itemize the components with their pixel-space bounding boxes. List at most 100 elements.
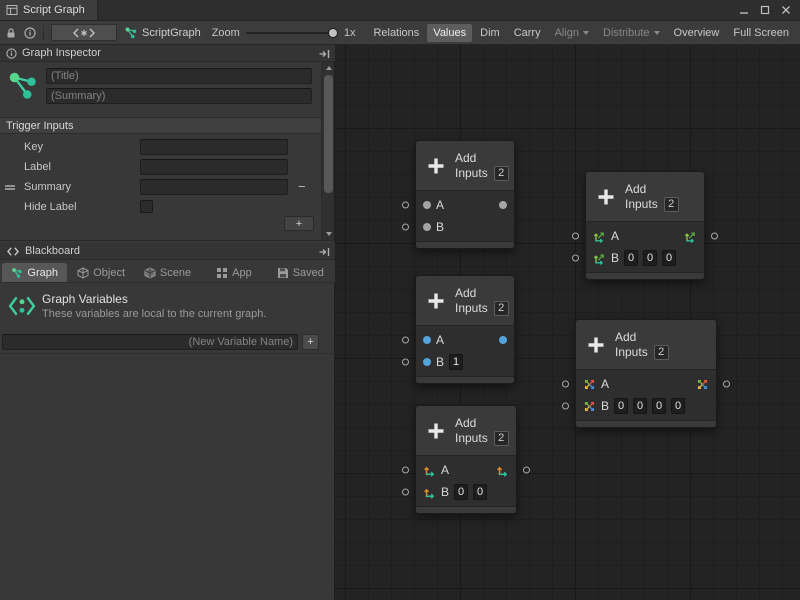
zoom-slider-handle[interactable]	[328, 28, 338, 38]
input-port-b[interactable]	[402, 489, 409, 496]
graph-breadcrumb[interactable]: ScriptGraph	[124, 26, 201, 40]
value-field-w[interactable]: 0	[671, 398, 685, 414]
blackboard-header[interactable]: Blackboard	[0, 243, 335, 260]
value-field-x[interactable]: 0	[454, 484, 468, 500]
add-item-button[interactable]: +	[284, 216, 314, 231]
tab-saved[interactable]: Saved	[268, 263, 333, 282]
chevron-down-icon	[654, 31, 660, 35]
input-count-badge[interactable]: 2	[494, 166, 509, 181]
zoom-slider[interactable]	[246, 27, 338, 39]
output-port[interactable]	[523, 467, 530, 474]
input-port-a[interactable]	[402, 337, 409, 344]
dim-button[interactable]: Dim	[474, 24, 506, 42]
node-header[interactable]: Add Inputs2	[416, 406, 516, 456]
node-add-inputs-vector2[interactable]: Add Inputs2 A	[415, 405, 517, 514]
value-field-y[interactable]: 0	[473, 484, 487, 500]
inspector-scrollbar[interactable]	[321, 62, 334, 240]
carry-button[interactable]: Carry	[508, 24, 547, 42]
scroll-down-arrow-icon[interactable]	[322, 228, 335, 240]
summary-input[interactable]	[140, 179, 288, 195]
node-header[interactable]: Add Inputs2	[416, 141, 514, 191]
tab-scene-label: Scene	[160, 267, 191, 279]
remove-item-button[interactable]: −	[298, 179, 306, 194]
dock-icon[interactable]	[318, 48, 330, 60]
tab-graph[interactable]: Graph	[2, 263, 67, 282]
input-port-a[interactable]	[572, 233, 579, 240]
output-port[interactable]	[723, 381, 730, 388]
value-field-y[interactable]: 0	[643, 250, 657, 266]
minimize-icon[interactable]	[739, 5, 749, 15]
input-count-badge[interactable]: 2	[494, 431, 509, 446]
label-input[interactable]	[140, 159, 288, 175]
graph-inspector-header[interactable]: Graph Inspector	[0, 45, 335, 62]
graph-tab-icon	[11, 267, 23, 279]
value-field-x[interactable]: 0	[624, 250, 638, 266]
hide-label-checkbox[interactable]	[140, 200, 153, 213]
tab-object[interactable]: Object	[68, 263, 133, 282]
output-port[interactable]	[711, 233, 718, 240]
align-label: Align	[555, 27, 579, 39]
tab-app[interactable]: App	[201, 263, 266, 282]
relations-label: Relations	[373, 27, 419, 39]
port-label: B	[436, 220, 444, 234]
lock-icon[interactable]	[5, 27, 17, 39]
graph-title-input[interactable]	[46, 68, 312, 84]
input-port-b[interactable]	[402, 359, 409, 366]
port-row-b: B 0 0 0 0	[576, 395, 716, 417]
key-label: Key	[24, 141, 43, 153]
value-field-z[interactable]: 0	[662, 250, 676, 266]
asset-selector-button[interactable]	[51, 24, 117, 41]
window-tab-script-graph[interactable]: Script Graph	[0, 0, 98, 20]
node-add-inputs-1[interactable]: Add Inputs2 A B	[415, 140, 515, 249]
vector3-type-icon	[593, 252, 606, 265]
new-variable-input[interactable]	[2, 334, 298, 350]
vector2-type-icon	[423, 486, 436, 499]
node-header[interactable]: Add Inputs2	[576, 320, 716, 370]
node-title-line1: Add	[455, 416, 509, 431]
input-port-b[interactable]	[402, 224, 409, 231]
add-variable-button[interactable]: +	[302, 334, 319, 350]
close-icon[interactable]	[781, 5, 791, 15]
value-field-x[interactable]: 0	[614, 398, 628, 414]
node-add-inputs-float[interactable]: Add Inputs2 A B 1	[415, 275, 515, 384]
dock-icon[interactable]	[318, 246, 330, 258]
tab-scene[interactable]: Scene	[135, 263, 200, 282]
input-port-b[interactable]	[572, 255, 579, 262]
script-graph-tab-icon	[6, 4, 18, 16]
full-screen-button[interactable]: Full Screen	[727, 24, 795, 42]
key-input[interactable]	[140, 139, 288, 155]
overview-button[interactable]: Overview	[668, 24, 726, 42]
node-add-inputs-vector4[interactable]: Add Inputs2 A	[575, 319, 717, 428]
input-port-a[interactable]	[562, 381, 569, 388]
input-port-a[interactable]	[402, 202, 409, 209]
node-header[interactable]: Add Inputs2	[586, 172, 704, 222]
drag-handle-icon[interactable]	[5, 185, 15, 190]
input-count-badge[interactable]: 2	[654, 345, 669, 360]
object-type-icon	[499, 201, 507, 209]
scroll-up-arrow-icon[interactable]	[322, 62, 335, 74]
values-button[interactable]: Values	[427, 24, 472, 42]
vector3-type-icon	[593, 230, 606, 243]
node-add-inputs-vector3[interactable]: Add Inputs2 A	[585, 171, 705, 280]
node-header[interactable]: Add Inputs2	[416, 276, 514, 326]
align-dropdown[interactable]: Align	[549, 24, 595, 42]
distribute-dropdown[interactable]: Distribute	[597, 24, 665, 42]
input-port-a[interactable]	[402, 467, 409, 474]
value-field-z[interactable]: 0	[652, 398, 666, 414]
input-count-badge[interactable]: 2	[664, 197, 679, 212]
maximize-icon[interactable]	[760, 5, 770, 15]
value-field[interactable]: 1	[449, 354, 463, 370]
scrollbar-thumb[interactable]	[324, 75, 333, 193]
input-count-badge[interactable]: 2	[494, 301, 509, 316]
window-tab-title: Script Graph	[23, 4, 85, 16]
graph-toolbar: ScriptGraph Zoom 1x Relations Values Dim…	[0, 21, 800, 45]
node-footer	[416, 506, 516, 513]
input-port-b[interactable]	[562, 403, 569, 410]
plus-icon	[426, 421, 446, 441]
values-label: Values	[433, 27, 466, 39]
graph-summary-input[interactable]	[46, 88, 312, 104]
value-field-y[interactable]: 0	[633, 398, 647, 414]
relations-button[interactable]: Relations	[367, 24, 425, 42]
graph-canvas[interactable]: Add Inputs2 A B	[335, 45, 800, 600]
info-icon[interactable]	[24, 27, 36, 39]
